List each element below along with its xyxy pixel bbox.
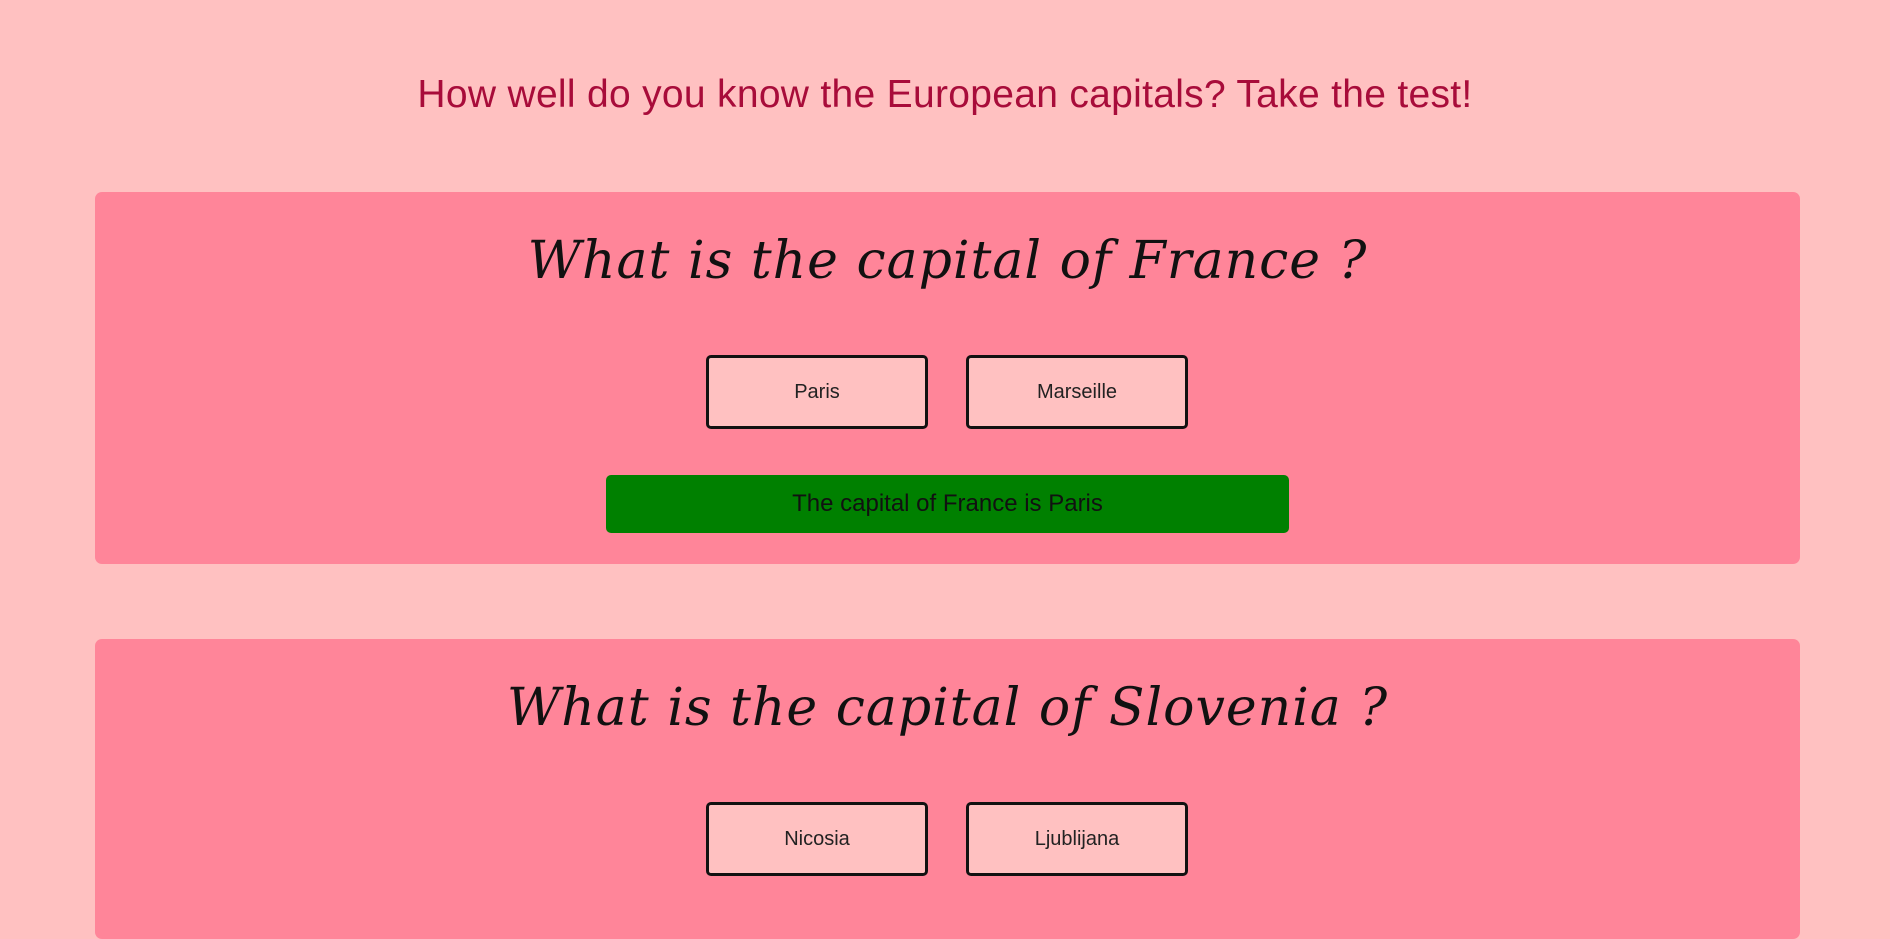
answer-button-marseille[interactable]: Marseille xyxy=(966,355,1188,429)
question-card-france: What is the capital of France ? Paris Ma… xyxy=(95,192,1800,564)
question-card-slovenia: What is the capital of Slovenia ? Nicosi… xyxy=(95,639,1800,939)
answer-button-paris[interactable]: Paris xyxy=(706,355,928,429)
answer-button-ljublijana[interactable]: Ljublijana xyxy=(966,802,1188,876)
page-title: How well do you know the European capita… xyxy=(417,73,1473,116)
feedback-correct-banner: The capital of France is Paris xyxy=(606,475,1289,533)
question-text: What is the capital of France ? xyxy=(527,231,1368,291)
question-text: What is the capital of Slovenia ? xyxy=(506,678,1389,738)
answer-button-nicosia[interactable]: Nicosia xyxy=(706,802,928,876)
